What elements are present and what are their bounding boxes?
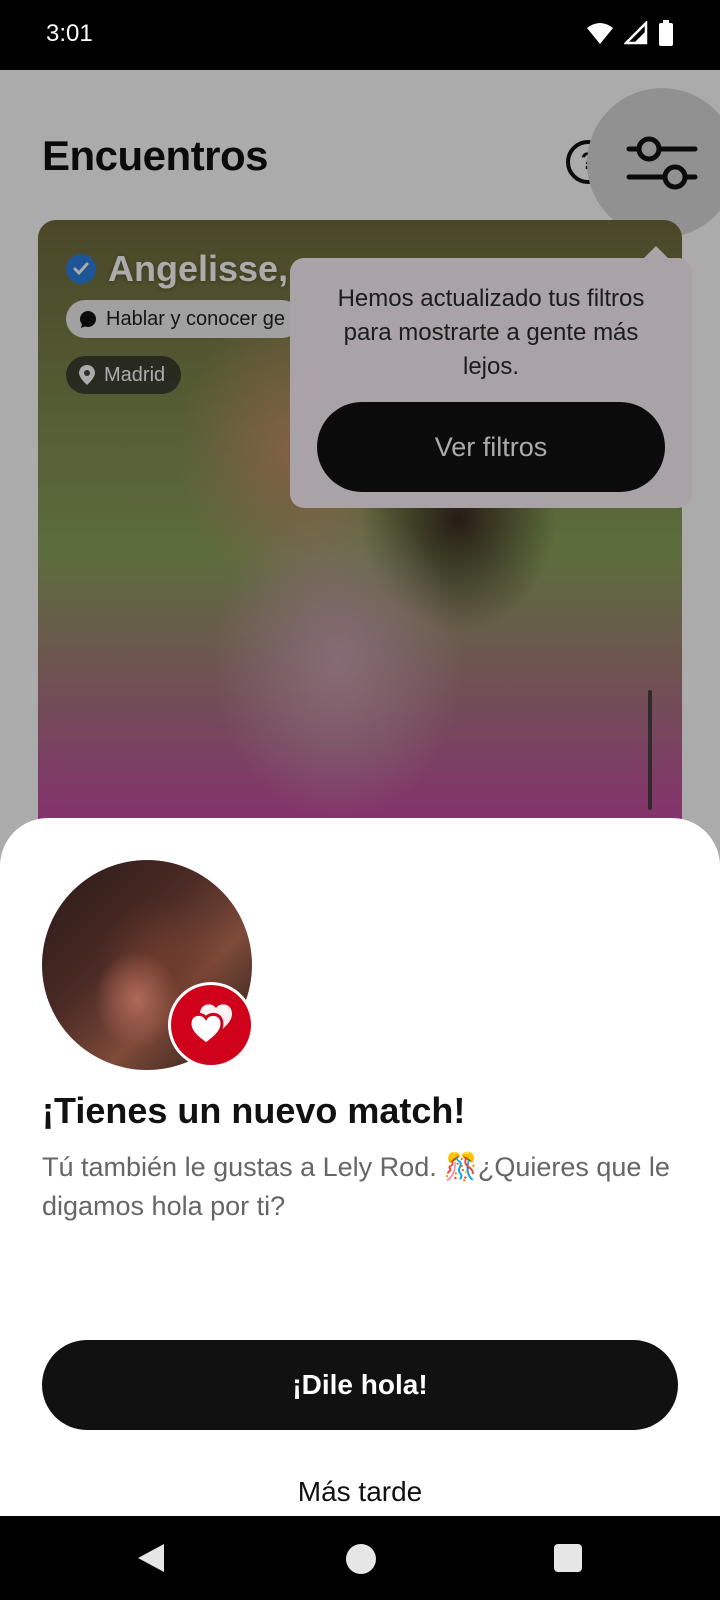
match-badge	[168, 982, 254, 1068]
home-icon[interactable]	[346, 1544, 376, 1574]
wifi-icon	[587, 23, 613, 44]
match-message: Tú también le gustas a Lely Rod. 🎊¿Quier…	[42, 1152, 670, 1221]
match-bottom-sheet: ¡Tienes un nuevo match! Tú también le gu…	[0, 818, 720, 1516]
back-icon[interactable]	[136, 1542, 166, 1574]
double-heart-icon	[188, 1004, 232, 1047]
system-nav-bar	[0, 1516, 720, 1600]
signal-icon	[624, 21, 648, 45]
later-button[interactable]: Más tarde	[210, 1464, 510, 1516]
status-time: 3:01	[46, 20, 93, 47]
status-bar: 3:01	[0, 0, 720, 70]
match-title: ¡Tienes un nuevo match!	[42, 1090, 466, 1131]
recent-apps-icon[interactable]	[554, 1544, 582, 1572]
encounters-screen: Encuentros ? Angelisse, Hablar y conocer…	[0, 70, 720, 1516]
battery-icon	[659, 20, 673, 46]
status-icons	[586, 20, 674, 46]
say-hello-button[interactable]: ¡Dile hola!	[42, 1340, 678, 1430]
